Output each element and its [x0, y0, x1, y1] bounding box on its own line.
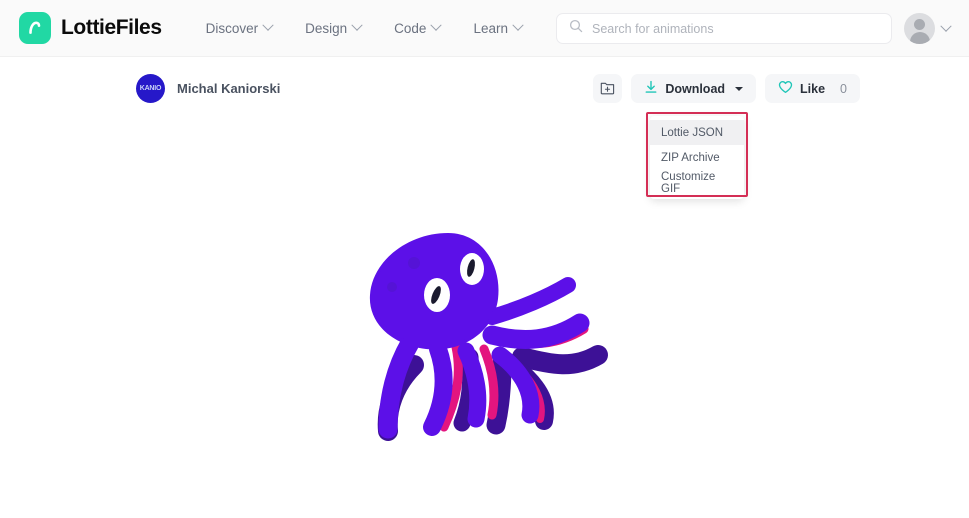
download-button[interactable]: Download	[631, 74, 757, 103]
download-icon	[644, 80, 658, 97]
lottiefiles-logo-icon	[19, 12, 51, 44]
download-dropdown-menu: Lottie JSON ZIP Archive Customize GIF	[650, 116, 744, 199]
top-header: LottieFiles Discover Design Code Learn	[0, 0, 969, 57]
avatar-head	[914, 19, 925, 30]
like-label: Like	[800, 81, 826, 96]
search-icon	[569, 19, 583, 38]
nav-item-code[interactable]: Code	[394, 19, 443, 36]
heart-icon	[778, 80, 793, 97]
chevron-down-icon	[351, 19, 363, 31]
folder-plus-icon	[600, 80, 615, 98]
brand-name: LottieFiles	[61, 16, 162, 39]
nav-item-learn[interactable]: Learn	[473, 19, 524, 36]
author-name[interactable]: Michal Kaniorski	[177, 81, 280, 96]
menu-item-customize-gif[interactable]: Customize GIF	[650, 170, 744, 195]
author-avatar-icon[interactable]: KANIO	[136, 74, 165, 103]
chevron-down-icon	[430, 19, 443, 31]
like-button[interactable]: Like 0	[765, 74, 860, 103]
author-avatar-text: KANIO	[139, 85, 162, 92]
search-bar[interactable]	[556, 13, 892, 44]
user-avatar-icon[interactable]	[904, 13, 935, 44]
nav-label: Design	[305, 20, 348, 36]
nav-item-discover[interactable]: Discover	[205, 19, 274, 36]
download-label: Download	[665, 81, 726, 96]
menu-item-zip-archive[interactable]: ZIP Archive	[650, 145, 744, 170]
add-to-folder-button[interactable]	[593, 74, 623, 103]
chevron-down-icon	[262, 19, 274, 31]
caret-down-icon[interactable]	[735, 86, 744, 91]
account-menu[interactable]	[904, 13, 952, 44]
nav-label: Discover	[205, 20, 259, 36]
author-row[interactable]: KANIO Michal Kaniorski	[136, 74, 280, 103]
menu-item-lottie-json[interactable]: Lottie JSON	[650, 120, 744, 145]
nav-label: Learn	[473, 20, 508, 36]
animation-preview-canvas[interactable]	[0, 112, 969, 518]
like-count: 0	[840, 81, 847, 96]
chevron-down-icon	[512, 19, 524, 31]
menu-item-label: Customize GIF	[661, 170, 716, 195]
chevron-down-icon[interactable]	[940, 20, 952, 32]
main-nav: Discover Design Code Learn	[205, 19, 524, 36]
action-bar: Download Like 0	[593, 74, 860, 103]
octopus-animation	[352, 217, 622, 452]
menu-item-label: Lottie JSON	[661, 126, 723, 139]
menu-item-label: ZIP Archive	[661, 151, 720, 164]
nav-label: Code	[394, 20, 427, 36]
avatar-body	[909, 32, 930, 44]
nav-item-design[interactable]: Design	[305, 19, 363, 36]
brand-logo[interactable]: LottieFiles	[19, 12, 162, 44]
search-input[interactable]	[592, 21, 872, 36]
